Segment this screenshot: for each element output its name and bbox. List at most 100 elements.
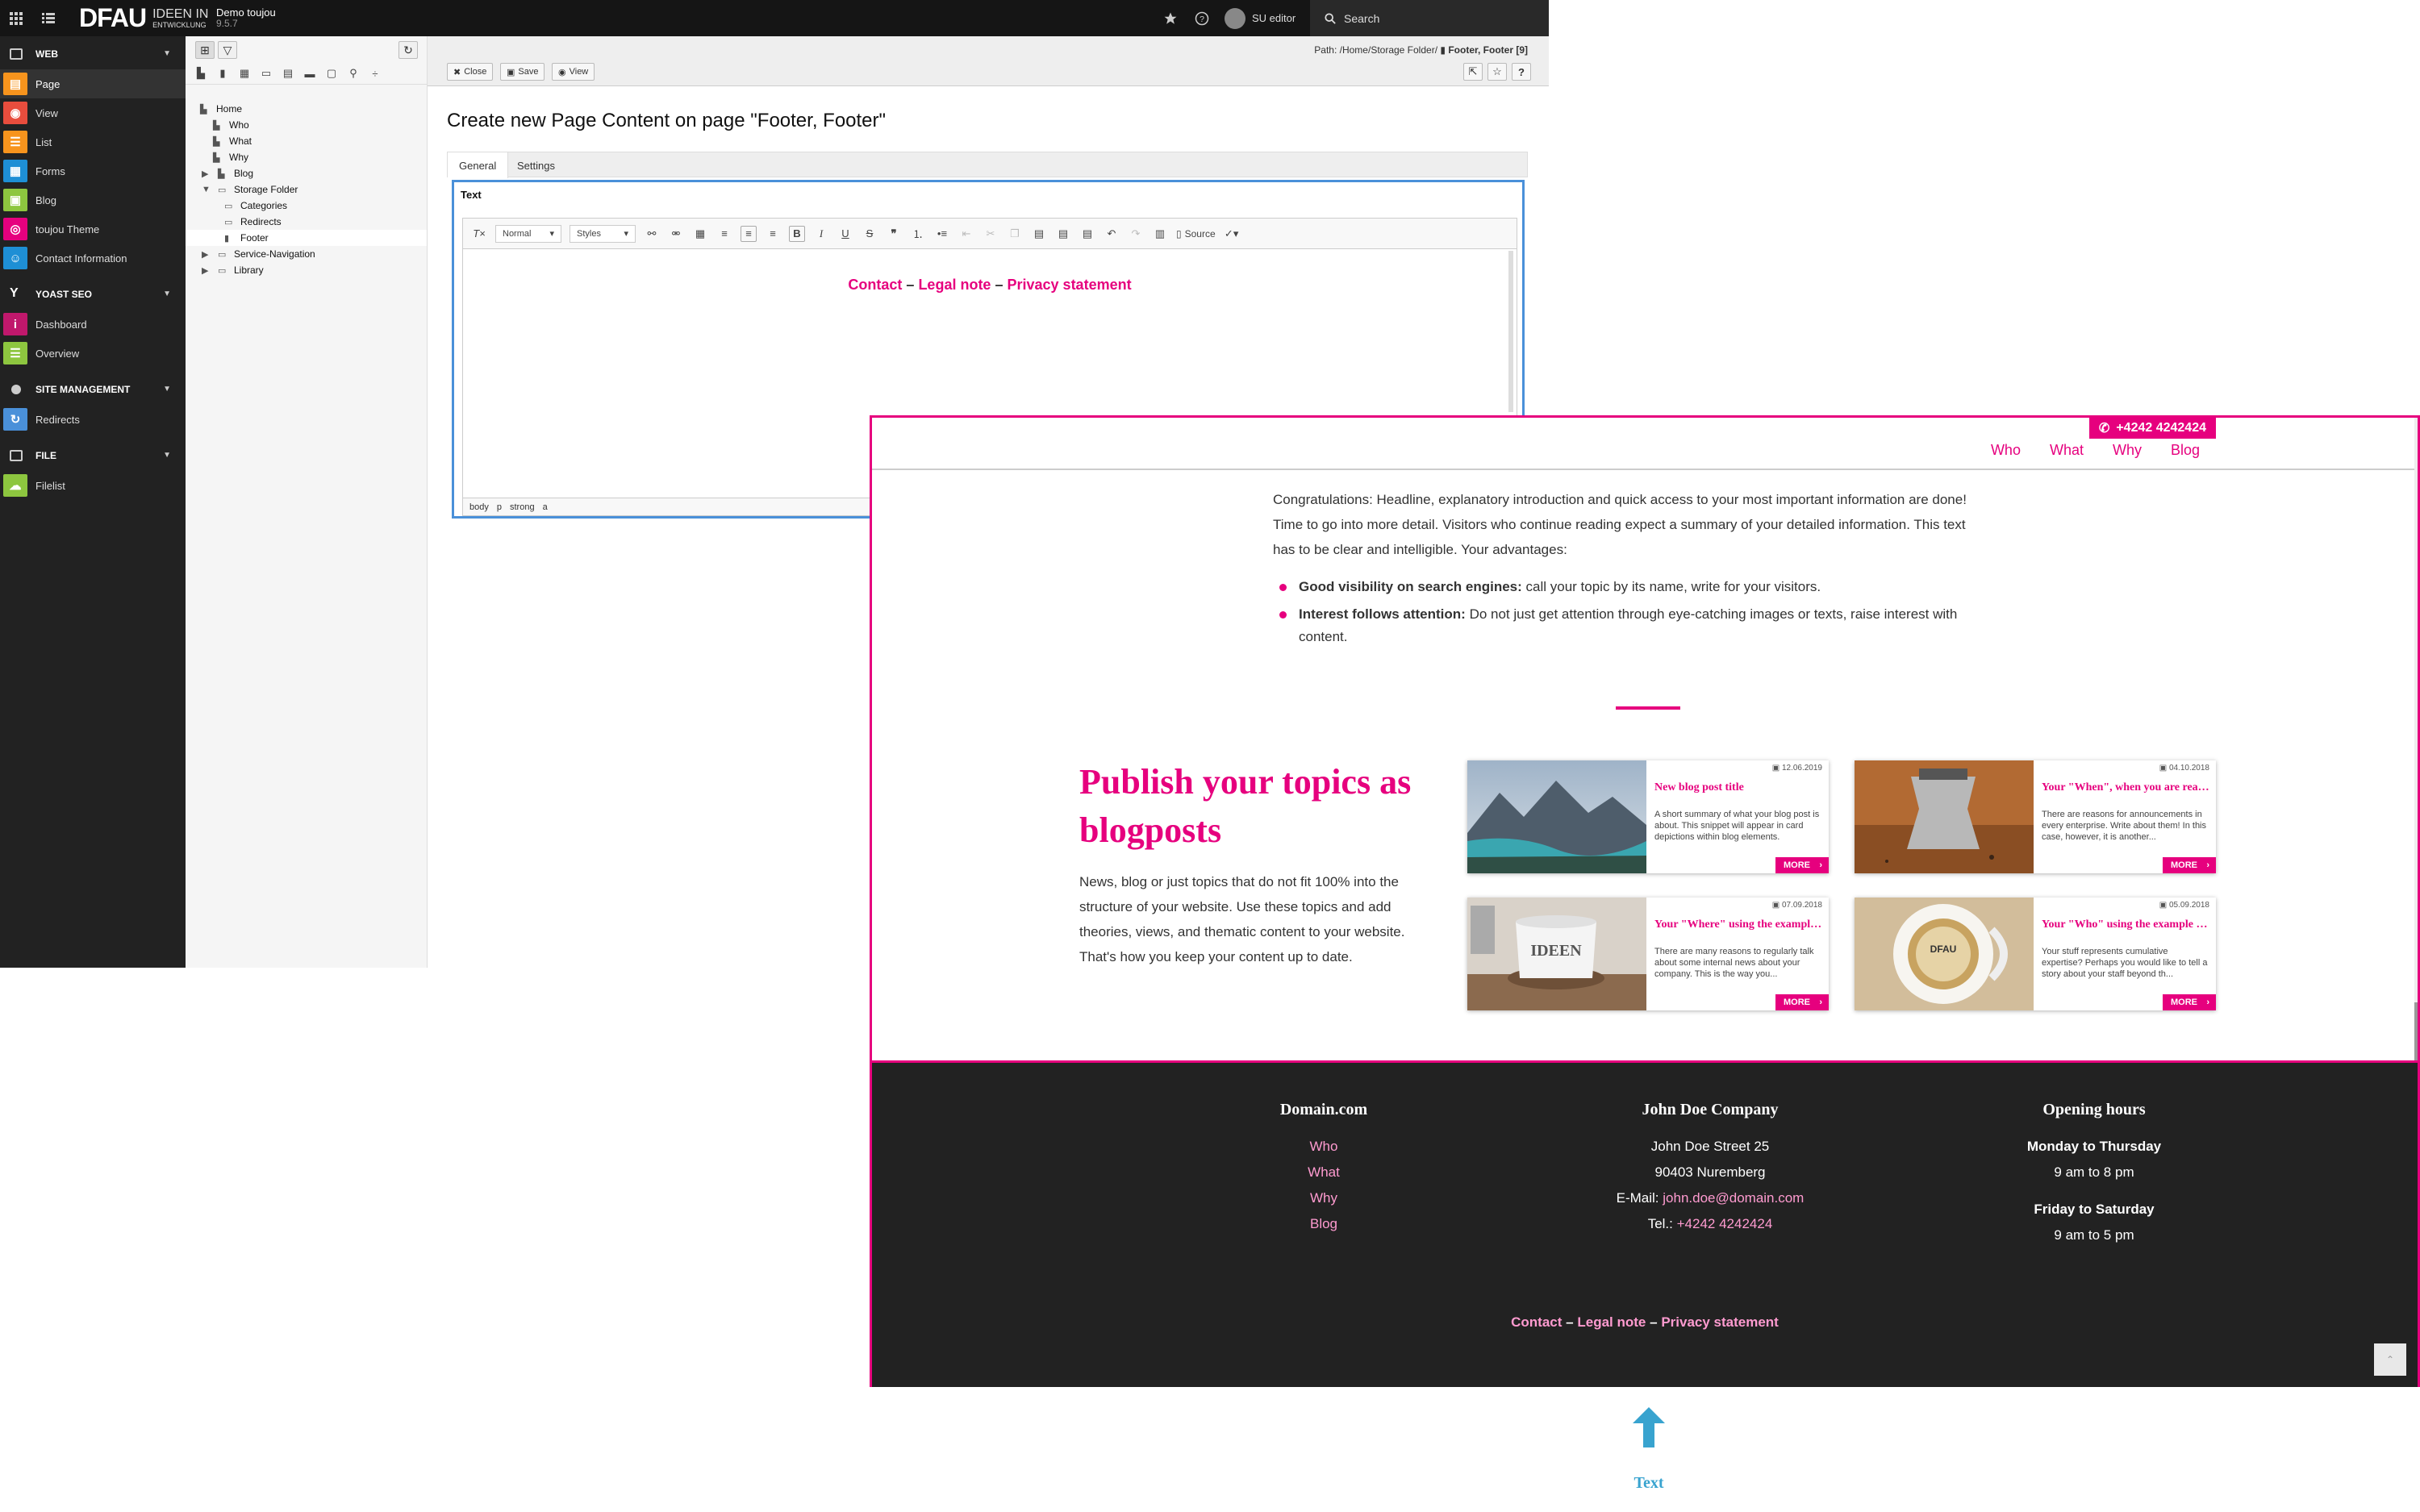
close-button[interactable]: ✖ Close (447, 63, 494, 81)
more-button[interactable]: MORE › (1775, 994, 1829, 1010)
tree-node-footer[interactable]: ▮ Footer (186, 230, 427, 246)
footer-link-legal[interactable]: Legal note (1577, 1314, 1646, 1330)
footer-link-contact[interactable]: Contact (1511, 1314, 1562, 1330)
page-type-icon[interactable]: ▙ (194, 67, 208, 80)
tab-settings[interactable]: Settings (506, 152, 566, 178)
tree-node-who[interactable]: ▙ Who (213, 117, 249, 133)
tree-node-blog[interactable]: ▶ ▙ Blog (202, 165, 253, 181)
cut-icon[interactable]: ✂ (983, 226, 999, 242)
bold-icon[interactable]: B (789, 225, 805, 242)
blog-card[interactable]: ▣ 04.10.2018 Your "When", when you are r… (1855, 760, 2216, 873)
align-center-icon[interactable]: ≡ (741, 225, 757, 242)
blog-card[interactable]: DFAU ▣ 05.09.2018 Your "Who" using the e… (1855, 898, 2216, 1010)
rte-content[interactable]: Contact – Legal note – Privacy statement (463, 277, 1517, 294)
module-filelist[interactable]: ☁ Filelist (0, 471, 186, 500)
footer-link-why[interactable]: Why (1203, 1185, 1445, 1211)
bookmark-star-icon[interactable]: ☆ (1487, 63, 1507, 81)
card-image-coffee-pot[interactable] (1855, 760, 2034, 873)
card-title[interactable]: New blog post title (1654, 781, 1822, 794)
doc-type-icon[interactable]: ▮ (215, 67, 230, 80)
footer-link-privacy[interactable]: Privacy statement (1661, 1314, 1779, 1330)
more-button[interactable]: MORE › (2163, 994, 2216, 1010)
spellcheck-icon[interactable]: ✓▾ (1224, 226, 1240, 242)
footer-link-who[interactable]: Who (1203, 1134, 1445, 1160)
email-link[interactable]: john.doe@domain.com (1663, 1190, 1804, 1206)
card-image-cup-top[interactable]: DFAU (1855, 898, 2034, 1010)
section-yoast-seo[interactable]: y YOAST SEO ▼ (0, 279, 186, 310)
logo[interactable]: DFAU IDEEN IN ENTWICKLUNG (79, 0, 208, 36)
module-blog[interactable]: ▣ Blog (0, 185, 186, 215)
footer-link-blog[interactable]: Blog (1203, 1211, 1445, 1237)
more-button[interactable]: MORE › (1775, 857, 1829, 873)
outdent-icon[interactable]: ⇤ (958, 226, 974, 242)
paste-text-icon[interactable]: ▤ (1055, 226, 1071, 242)
expand-icon[interactable]: ▶ (202, 265, 213, 276)
module-contact-information[interactable]: ☺ Contact Information (0, 244, 186, 273)
tree-node-storage-folder[interactable]: ▼ ▭ Storage Folder (202, 181, 298, 198)
module-toujou-theme[interactable]: ◎ toujou Theme (0, 215, 186, 244)
tree-node-service-navigation[interactable]: ▶ ▭ Service-Navigation (202, 246, 315, 262)
more-button[interactable]: MORE › (2163, 857, 2216, 873)
link-privacy-statement[interactable]: Privacy statement (1008, 277, 1132, 293)
format-select[interactable]: Normal ▾ (495, 224, 561, 243)
list-type-icon[interactable]: ▤ (281, 67, 295, 80)
copy-icon[interactable]: ❐ (1007, 226, 1023, 242)
styles-select[interactable]: Styles ▾ (570, 224, 636, 243)
new-page-icon[interactable]: ⊞ (195, 41, 215, 59)
tab-general[interactable]: General (448, 152, 509, 178)
separator-type-icon[interactable]: ÷ (368, 67, 382, 80)
phone-badge[interactable]: ✆ +4242 4242424 (2088, 418, 2216, 439)
blog-card[interactable]: ▣ 12.06.2019 New blog post title A short… (1467, 760, 1829, 873)
folder-type-icon[interactable]: ▭ (259, 67, 273, 80)
bullet-list-icon[interactable]: •≡ (934, 226, 950, 242)
paste-icon[interactable]: ▤ (1031, 226, 1047, 242)
menu-toggle-icon[interactable] (42, 0, 55, 36)
shortcut-type-icon[interactable]: ▢ (324, 67, 339, 80)
card-title[interactable]: Your "Where" using the example of our of… (1654, 918, 1822, 931)
card-image-mug[interactable]: IDEEN (1467, 898, 1646, 1010)
unlink-icon[interactable]: ⚮ (668, 226, 684, 242)
special-char-icon[interactable]: ▥ (1152, 226, 1168, 242)
tree-node-home[interactable]: ▙ Home (200, 101, 242, 117)
view-button[interactable]: ◉ View (552, 63, 595, 81)
module-redirects[interactable]: ↻ Redirects (0, 405, 186, 434)
tree-node-library[interactable]: ▶ ▭ Library (202, 262, 264, 278)
refresh-icon[interactable]: ↻ (398, 41, 418, 59)
rte-scrollbar[interactable] (1508, 251, 1513, 412)
strikethrough-icon[interactable]: S (862, 226, 878, 242)
align-left-icon[interactable]: ≡ (716, 226, 732, 242)
section-site-management[interactable]: SITE MANAGEMENT ▼ (0, 374, 186, 405)
module-forms[interactable]: ▦ Forms (0, 156, 186, 185)
footer-link-what[interactable]: What (1203, 1160, 1445, 1185)
card-image-mountain-lake[interactable] (1467, 760, 1646, 873)
grid-type-icon[interactable]: ▦ (237, 67, 252, 80)
blockquote-icon[interactable]: ❞ (886, 226, 902, 242)
section-web[interactable]: WEB ▼ (0, 39, 186, 69)
nav-why[interactable]: Why (2113, 442, 2142, 459)
card-title[interactable]: Your "Who" using the example of your tea… (2042, 918, 2209, 931)
help-icon[interactable]: ? (1195, 0, 1209, 36)
link-type-icon[interactable]: ⚲ (346, 67, 361, 80)
link-icon[interactable]: ⚯ (644, 226, 660, 242)
card-title[interactable]: Your "When", when you are ready (2042, 781, 2209, 794)
undo-icon[interactable]: ↶ (1104, 226, 1120, 242)
module-view[interactable]: ◉ View (0, 98, 186, 127)
numbered-list-icon[interactable]: ⒈ (910, 226, 926, 242)
collapse-icon[interactable]: ▼ (202, 185, 213, 195)
module-list[interactable]: ☰ List (0, 127, 186, 156)
align-right-icon[interactable]: ≡ (765, 226, 781, 242)
blog-card[interactable]: IDEEN ▣ 07.09.2018 Your "Where" using th… (1467, 898, 1829, 1010)
tel-link[interactable]: +4242 4242424 (1677, 1216, 1773, 1231)
tree-node-why[interactable]: ▙ Why (213, 149, 248, 165)
nav-blog[interactable]: Blog (2171, 442, 2200, 459)
table-icon[interactable]: ▦ (692, 226, 708, 242)
search-input[interactable]: Search (1310, 0, 1549, 36)
source-button[interactable]: ▯ Source (1176, 228, 1216, 240)
filter-icon[interactable]: ▽ (218, 41, 237, 59)
section-file[interactable]: FILE ▼ (0, 440, 186, 471)
nav-who[interactable]: Who (1991, 442, 2021, 459)
scroll-to-top-button[interactable]: ⌃ (2374, 1343, 2406, 1376)
help-icon[interactable]: ? (1512, 63, 1531, 81)
scrollbar-thumb[interactable] (2414, 1002, 2418, 1060)
expand-icon[interactable]: ▶ (202, 169, 213, 179)
